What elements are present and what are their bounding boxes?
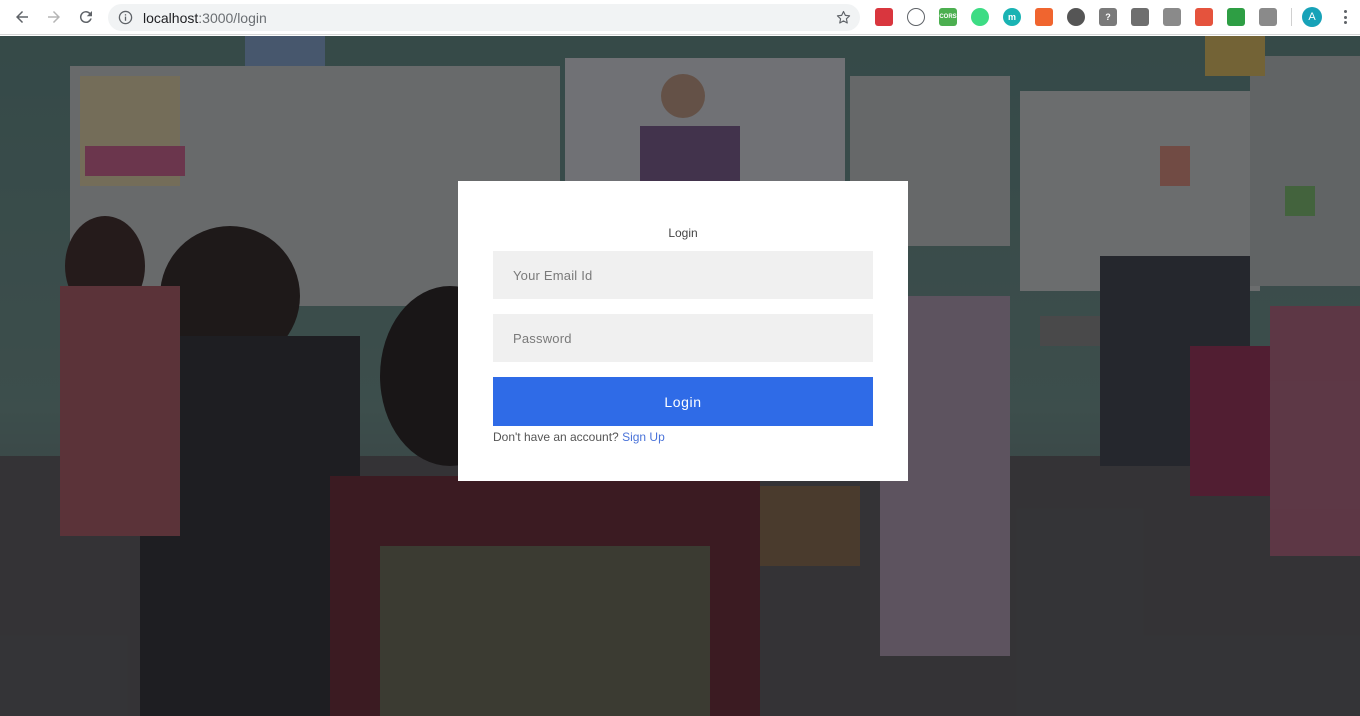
url-text[interactable]: localhost:3000/login (143, 10, 267, 26)
toolbar-divider (1291, 8, 1292, 26)
page-viewport: Login Login Don't have an account? Sign … (0, 36, 1360, 716)
arrow-left-icon (16, 11, 28, 23)
puzzle-icon[interactable] (1259, 8, 1277, 26)
login-card: Login Login Don't have an account? Sign … (458, 181, 908, 481)
profile-avatar[interactable]: A (1302, 7, 1322, 27)
green-ring-icon[interactable] (971, 8, 989, 26)
url-path: :3000/login (198, 10, 267, 26)
shield-question-icon[interactable]: ? (1099, 8, 1117, 26)
login-button[interactable]: Login (493, 377, 873, 426)
fire-icon[interactable] (1035, 8, 1053, 26)
password-field[interactable] (493, 314, 873, 362)
vue-icon[interactable] (1163, 8, 1181, 26)
bag-icon[interactable] (1131, 8, 1149, 26)
url-host: localhost (143, 10, 199, 26)
green-search-icon[interactable] (1227, 8, 1245, 26)
kebab-menu-icon[interactable] (1336, 8, 1354, 26)
email-field[interactable] (493, 251, 873, 299)
code-brackets-icon[interactable] (907, 8, 925, 26)
signup-prompt-line: Don't have an account? Sign Up (493, 430, 665, 444)
red-note-icon[interactable] (1195, 8, 1213, 26)
star-icon[interactable] (835, 9, 852, 26)
signup-link[interactable]: Sign Up (622, 430, 665, 444)
reload-icon (79, 11, 92, 24)
reload-button[interactable] (74, 5, 98, 29)
back-button[interactable] (10, 5, 34, 29)
info-icon[interactable] (118, 10, 133, 25)
login-title: Login (668, 226, 698, 240)
m-icon[interactable]: m (1003, 8, 1021, 26)
arrow-right-icon (48, 11, 60, 23)
red-square-icon[interactable] (875, 8, 893, 26)
browser-toolbar: localhost:3000/login CORS m? A (0, 0, 1360, 35)
signup-prompt: Don't have an account? (493, 430, 619, 444)
cors-icon[interactable]: CORS (939, 8, 957, 26)
address-bar[interactable]: localhost:3000/login (108, 4, 860, 31)
forward-button[interactable] (42, 5, 66, 29)
moon-icon[interactable] (1067, 8, 1085, 26)
